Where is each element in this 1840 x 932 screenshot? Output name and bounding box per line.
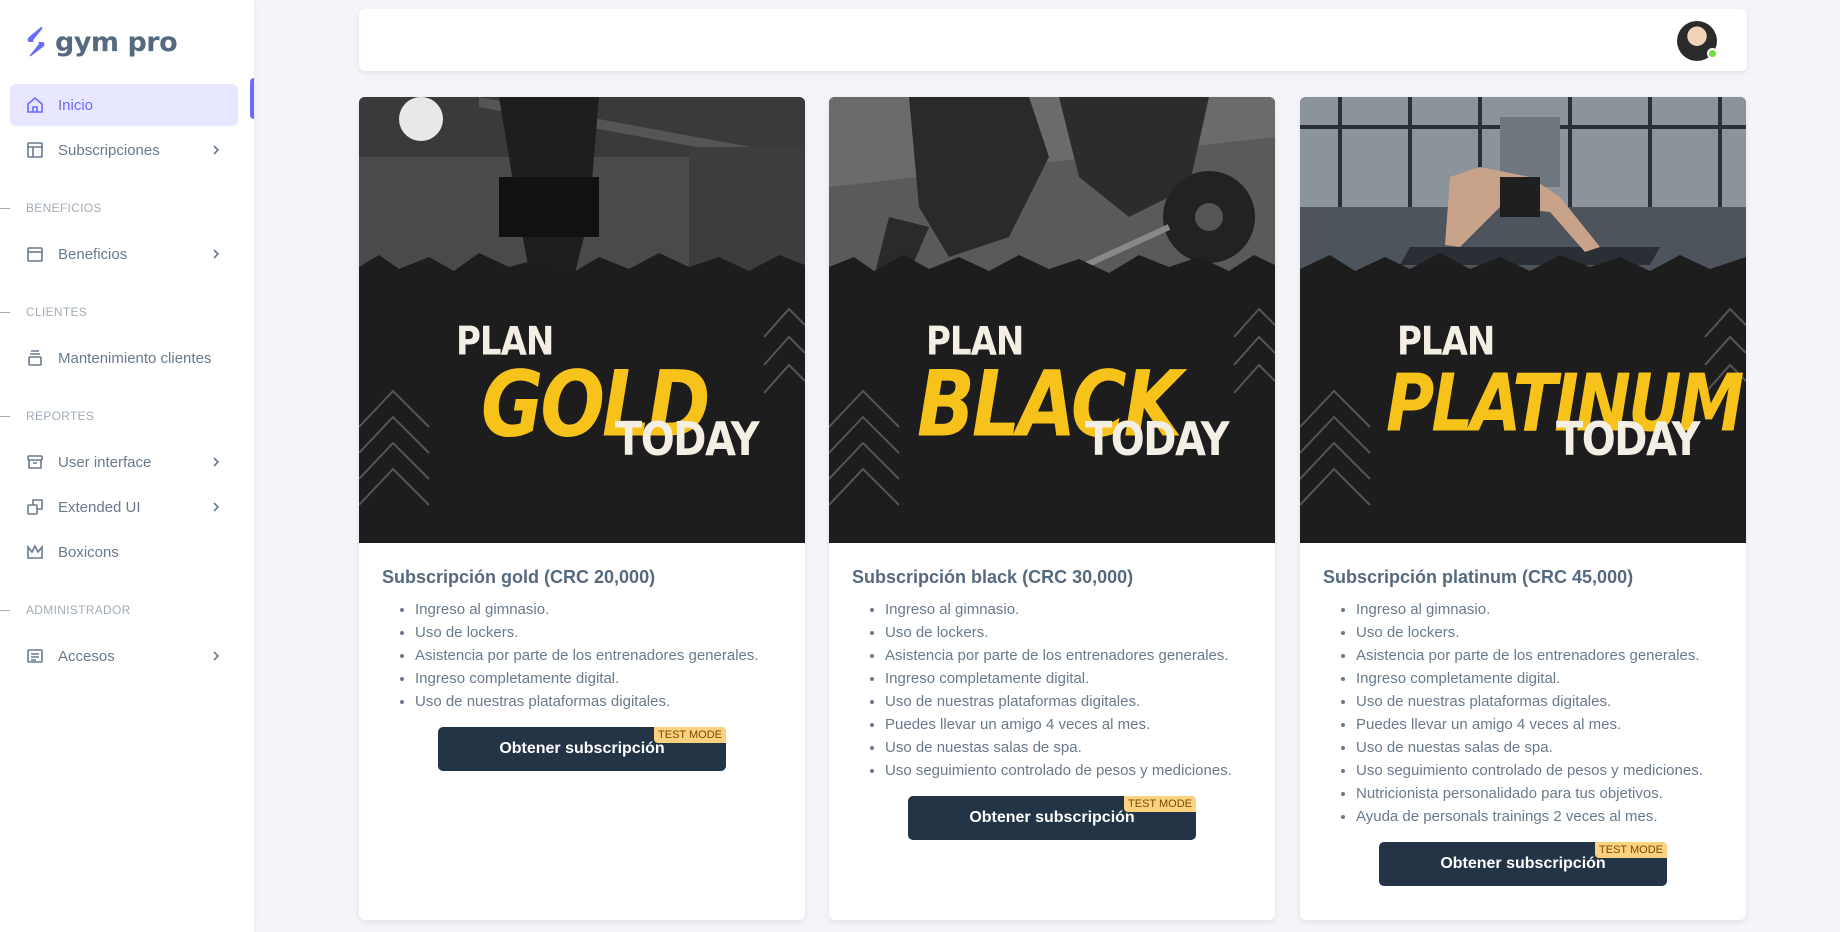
chevron-right-icon <box>213 145 220 155</box>
sidebar-item-user-interface[interactable]: User interface <box>10 441 238 483</box>
sidebar-item-boxicons[interactable]: Boxicons <box>10 531 238 573</box>
card-title: Subscripción black (CRC 30,000) <box>852 567 1252 588</box>
avatar[interactable] <box>1677 21 1718 61</box>
chevron-right-icon <box>213 651 220 661</box>
feature-item: Ingreso al gimnasio. <box>1356 598 1723 621</box>
feature-item: Asistencia por parte de los entrenadores… <box>1356 644 1723 667</box>
feature-item: Uso de nuestras plataformas digitales. <box>885 690 1252 713</box>
sidebar-item-label: Mantenimiento clientes <box>58 349 212 367</box>
card-title-text: Subscripción black <box>852 567 1018 587</box>
feature-item: Uso seguimiento controlado de pesos y me… <box>885 759 1252 782</box>
detail-icon <box>26 647 44 665</box>
home-icon <box>26 96 44 114</box>
menu-header-administrador: ADMINISTRADOR <box>0 595 254 625</box>
sidebar: gym pro Inicio Subscripciones BENEFICIOS… <box>0 0 254 932</box>
sidebar-item-label: Boxicons <box>58 543 119 561</box>
card-price: (CRC 30,000) <box>1022 567 1134 587</box>
feature-item: Puedes llevar un amigo 4 veces al mes. <box>1356 713 1723 736</box>
feature-list: Ingreso al gimnasio. Uso de lockers. Asi… <box>382 598 782 713</box>
stack-icon <box>26 349 44 367</box>
brand[interactable]: gym pro <box>0 0 254 84</box>
sidebar-item-label: Extended UI <box>58 498 141 516</box>
feature-item: Ingreso al gimnasio. <box>415 598 782 621</box>
plan-card-black: PLAN BLACK TODAY Subscripción black (CRC… <box>829 97 1275 920</box>
online-status-dot <box>1707 48 1718 59</box>
get-subscription-button[interactable]: Obtener subscripción TEST MODE <box>908 796 1196 840</box>
plan-image-gold: PLAN GOLD TODAY <box>359 97 805 543</box>
brand-name: gym pro <box>55 26 178 58</box>
chevron-right-icon <box>213 457 220 467</box>
sidebar-item-subscripciones[interactable]: Subscripciones <box>10 129 238 171</box>
sidebar-item-inicio[interactable]: Inicio <box>10 84 238 126</box>
plan-image-black: PLAN BLACK TODAY <box>829 97 1275 543</box>
feature-item: Ingreso completamente digital. <box>1356 667 1723 690</box>
feature-item: Nutricionista personalidado para tus obj… <box>1356 782 1723 805</box>
sidebar-item-label: Inicio <box>58 96 94 114</box>
feature-item: Uso de lockers. <box>1356 621 1723 644</box>
layout-icon <box>26 141 44 159</box>
window-icon <box>26 245 44 263</box>
topbar <box>359 9 1747 71</box>
chevron-right-icon <box>213 249 220 259</box>
card-price: (CRC 20,000) <box>544 567 656 587</box>
brand-logo-icon <box>27 26 45 57</box>
feature-list: Ingreso al gimnasio. Uso de lockers. Asi… <box>1323 598 1723 828</box>
plan-today-label: TODAY <box>1085 413 1230 467</box>
feature-item: Uso de nuestras plataformas digitales. <box>415 690 782 713</box>
get-subscription-button[interactable]: Obtener subscripción TEST MODE <box>1379 842 1667 886</box>
feature-item: Uso de nuestas salas de spa. <box>1356 736 1723 759</box>
feature-item: Ingreso completamente digital. <box>415 667 782 690</box>
feature-item: Puedes llevar un amigo 4 veces al mes. <box>885 713 1252 736</box>
feature-item: Asistencia por parte de los entrenadores… <box>885 644 1252 667</box>
get-subscription-button[interactable]: Obtener subscripción TEST MODE <box>438 727 726 771</box>
plan-image-platinum: PLAN PLATINUM TODAY <box>1300 97 1746 543</box>
sidebar-item-mantenimiento-clientes[interactable]: Mantenimiento clientes <box>10 337 238 379</box>
card-title-text: Subscripción platinum <box>1323 567 1518 587</box>
button-label: Obtener subscripción <box>499 740 665 757</box>
menu-header-reportes: REPORTES <box>0 401 254 431</box>
sidebar-item-accesos[interactable]: Accesos <box>10 635 238 677</box>
menu-header-clientes: CLIENTES <box>0 297 254 327</box>
sidebar-item-label: User interface <box>58 453 152 471</box>
card-price: (CRC 45,000) <box>1522 567 1634 587</box>
sidebar-item-extended-ui[interactable]: Extended UI <box>10 486 238 528</box>
feature-item: Uso de nuestras plataformas digitales. <box>1356 690 1723 713</box>
feature-item: Uso de lockers. <box>415 621 782 644</box>
menu-header-beneficios: BENEFICIOS <box>0 193 254 223</box>
feature-item: Ingreso al gimnasio. <box>885 598 1252 621</box>
button-label: Obtener subscripción <box>969 809 1135 826</box>
card-title-text: Subscripción gold <box>382 567 540 587</box>
feature-item: Uso de lockers. <box>885 621 1252 644</box>
sidebar-item-label: Accesos <box>58 647 115 665</box>
feature-list: Ingreso al gimnasio. Uso de lockers. Asi… <box>852 598 1252 782</box>
plan-card-gold: PLAN GOLD TODAY Subscripción gold (CRC 2… <box>359 97 805 920</box>
feature-item: Uso seguimiento controlado de pesos y me… <box>1356 759 1723 782</box>
card-title: Subscripción gold (CRC 20,000) <box>382 567 782 588</box>
copy-icon <box>26 498 44 516</box>
test-mode-badge: TEST MODE <box>654 727 726 743</box>
test-mode-badge: TEST MODE <box>1595 842 1667 858</box>
plan-card-platinum: PLAN PLATINUM TODAY Subscripción platinu… <box>1300 97 1746 920</box>
sidebar-item-label: Subscripciones <box>58 141 160 159</box>
active-indicator <box>250 78 254 119</box>
sidebar-item-beneficios[interactable]: Beneficios <box>10 233 238 275</box>
sidebar-item-label: Beneficios <box>58 245 128 263</box>
feature-item: Asistencia por parte de los entrenadores… <box>415 644 782 667</box>
plan-today-label: TODAY <box>1556 413 1701 467</box>
feature-item: Ingreso completamente digital. <box>885 667 1252 690</box>
card-title: Subscripción platinum (CRC 45,000) <box>1323 567 1723 588</box>
crown-icon <box>26 543 44 561</box>
plan-today-label: TODAY <box>615 413 760 467</box>
feature-item: Uso de nuestas salas de spa. <box>885 736 1252 759</box>
chevron-right-icon <box>213 502 220 512</box>
archive-icon <box>26 453 44 471</box>
test-mode-badge: TEST MODE <box>1124 796 1196 812</box>
feature-item: Ayuda de personals trainings 2 veces al … <box>1356 805 1723 828</box>
button-label: Obtener subscripción <box>1440 855 1606 872</box>
